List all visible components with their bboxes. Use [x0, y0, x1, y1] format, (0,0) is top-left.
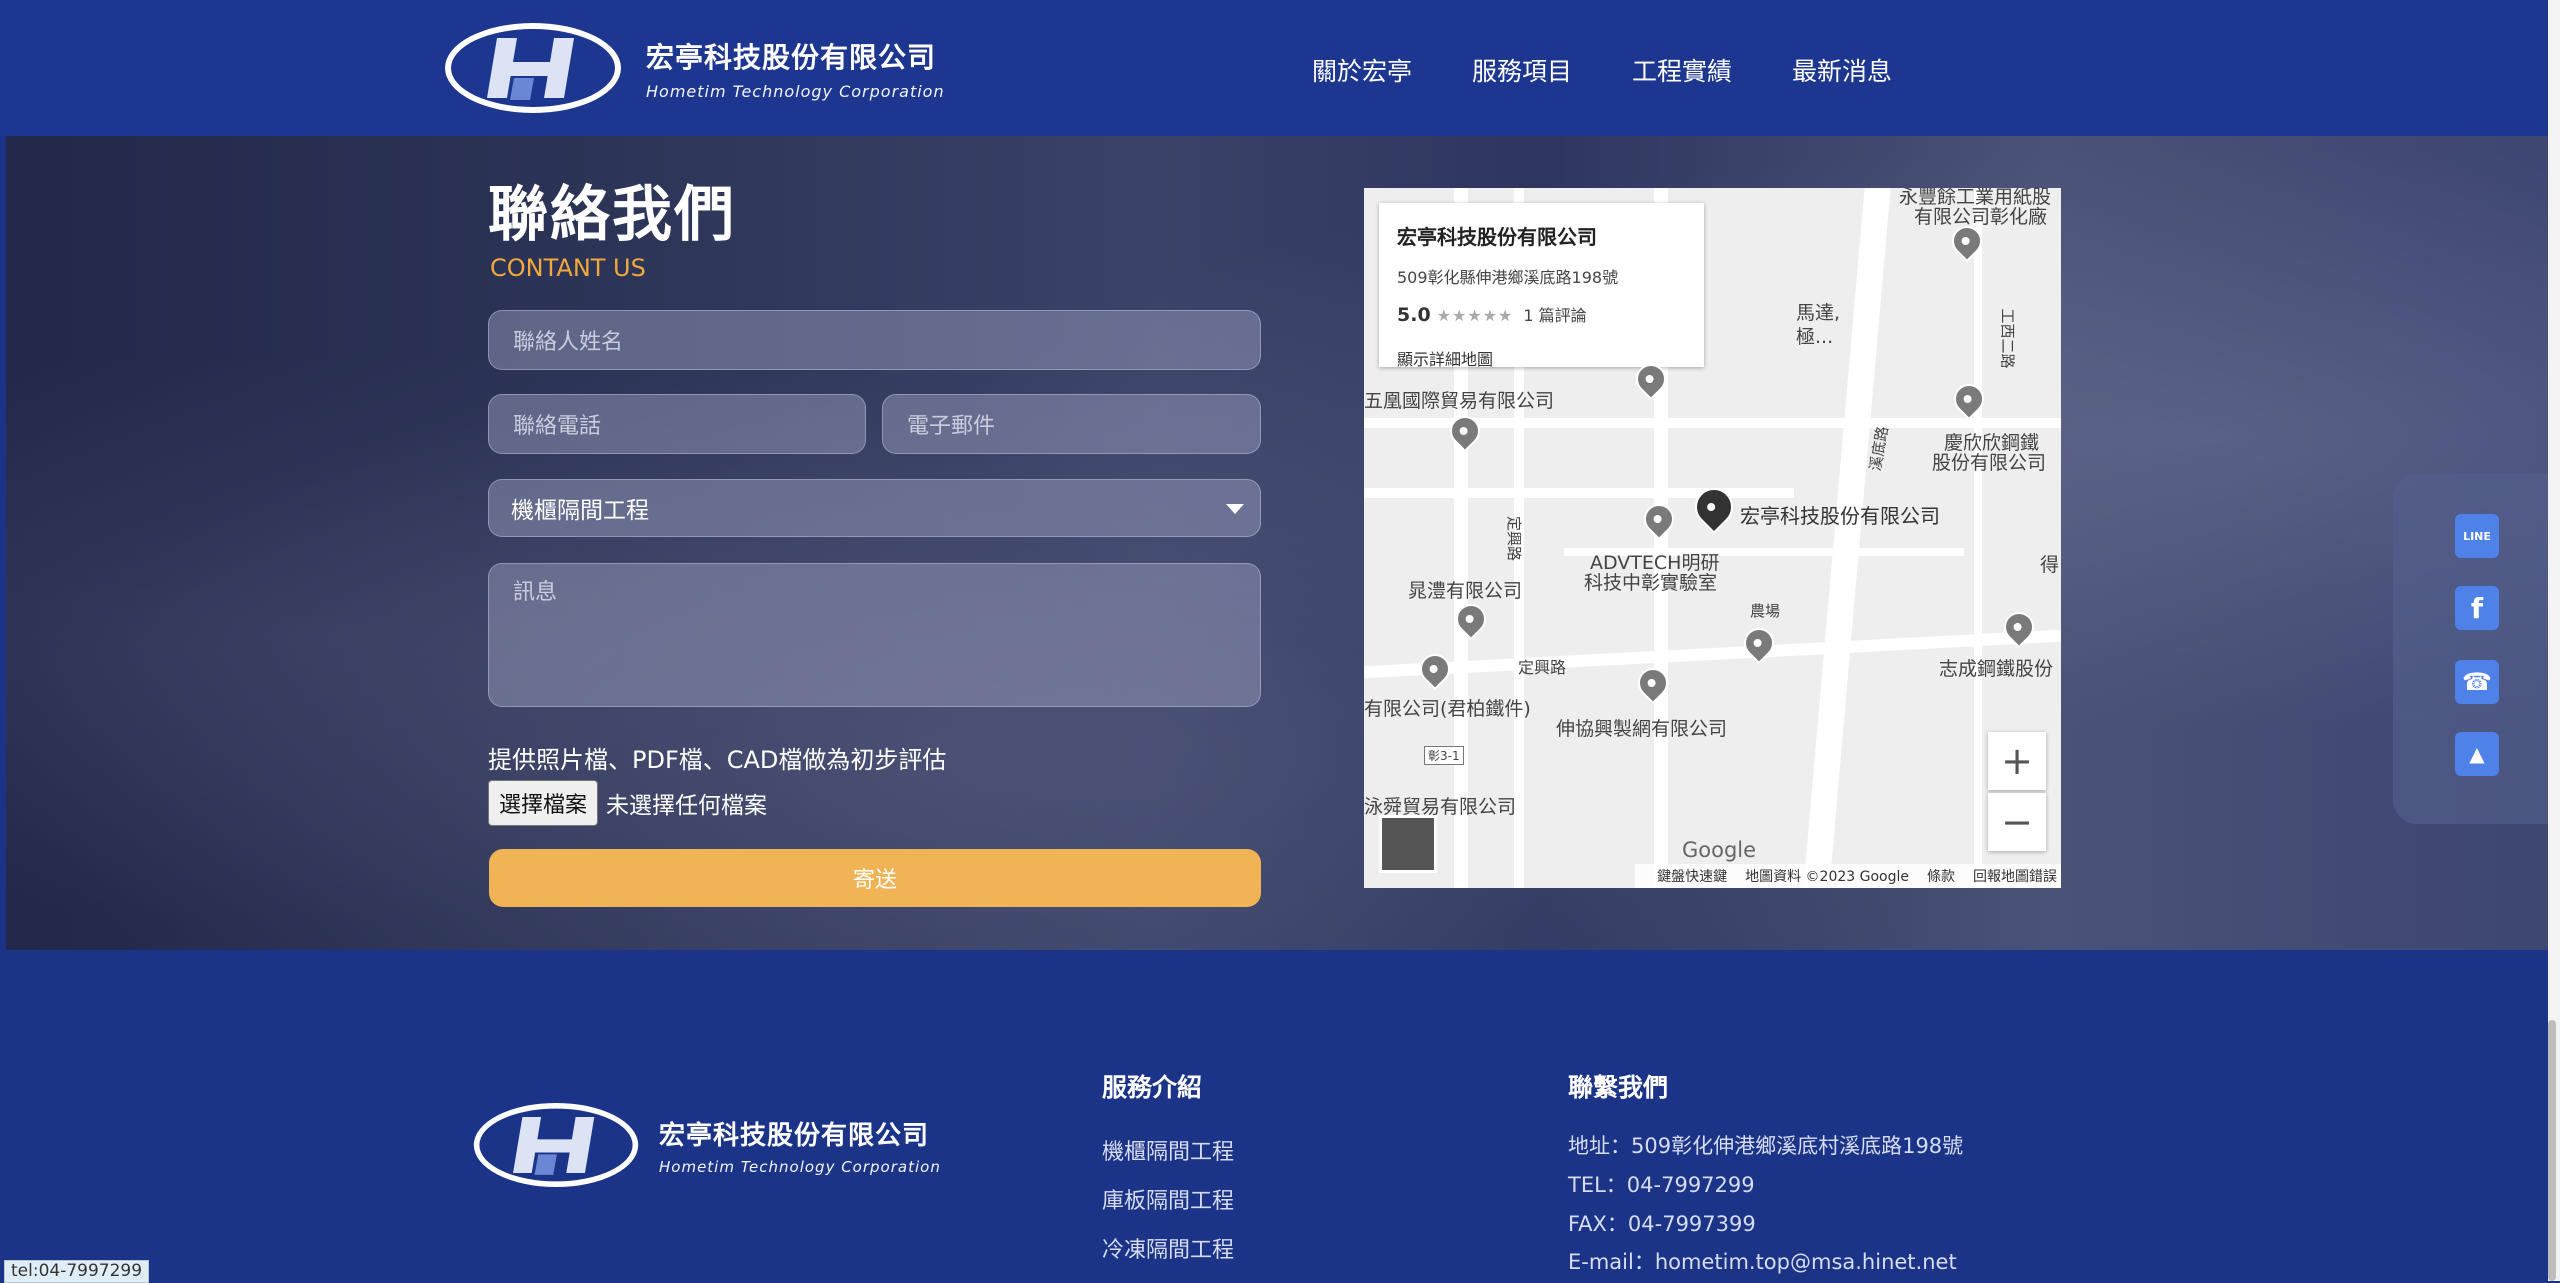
contact-title: 聯絡我們: [488, 180, 736, 250]
upload-hint: 提供照片檔、PDF檔、CAD檔做為初步評估: [488, 746, 947, 774]
map-place-address: 509彰化縣伸港鄉溪底路198號: [1397, 268, 1619, 287]
phone-field-placeholder: 聯絡電話: [513, 414, 602, 439]
footer-address: 地址：509彰化伸港鄉溪底村溪底路198號: [1568, 1134, 1964, 1158]
terms-link[interactable]: 條款: [1927, 866, 1955, 886]
contact-subtitle: CONTANT US: [490, 254, 646, 282]
rating-value: 5.0: [1397, 304, 1431, 326]
footer-logo[interactable]: 宏亭科技股份有限公司 Hometim Technology Corporatio…: [471, 1100, 941, 1190]
scrollbar-thumb[interactable]: [2548, 1020, 2556, 1281]
map-label: 工西二路: [1998, 308, 2017, 369]
submit-label: 寄送: [852, 868, 897, 893]
map-label: 定興路: [1518, 658, 1567, 677]
zoom-out-button[interactable]: −: [1988, 793, 2046, 851]
map-place-name: 宏亭科技股份有限公司: [1397, 225, 1597, 249]
report-error-link[interactable]: 回報地圖錯誤: [1973, 866, 2057, 886]
footer-logo-mark-icon: [471, 1100, 641, 1190]
main-nav: 關於宏亭 服務項目 工程實績 最新消息: [1312, 52, 1952, 88]
brand-name-cn: 宏亭科技股份有限公司: [646, 40, 937, 74]
keyboard-shortcuts-link[interactable]: 鍵盤快速鍵: [1657, 866, 1727, 886]
map-label: 有限公司(君柏鐵件): [1364, 698, 1531, 720]
file-upload: 選擇檔案 未選擇任何檔案: [488, 780, 767, 826]
chevron-down-icon: [1226, 504, 1244, 514]
google-map[interactable]: 宏亭科技股份有限公司 509彰化縣伸港鄉溪底路198號 5.0 ★★★★★ 1 篇評…: [1364, 188, 2061, 888]
footer-service-link[interactable]: 庫板隔間工程: [1102, 1183, 1234, 1215]
map-info-card: 宏亭科技股份有限公司 509彰化縣伸港鄉溪底路198號 5.0 ★★★★★ 1 篇評…: [1379, 203, 1704, 369]
footer-service-link[interactable]: 冷凍隔間工程: [1102, 1232, 1234, 1264]
map-label: 有限公司彰化廠: [1914, 206, 2048, 228]
footer-tel[interactable]: TEL：04-7997299: [1568, 1169, 1755, 1199]
map-label: 五凰國際貿易有限公司: [1364, 390, 1555, 412]
footer-services-title: 服務介紹: [1102, 1073, 1203, 1102]
map-attribution: 鍵盤快速鍵 地圖資料 ©2023 Google 條款 回報地圖錯誤: [1635, 864, 2061, 888]
nav-item-projects[interactable]: 工程實績: [1632, 52, 1732, 88]
brand-name-en: Hometim Technology Corporation: [646, 81, 945, 101]
phone-icon[interactable]: ☎: [2455, 660, 2499, 704]
map-pin-icon[interactable]: [1413, 647, 1457, 691]
site-footer: 宏亭科技股份有限公司 Hometim Technology Corporatio…: [6, 950, 2560, 1281]
logo-mark-icon: [442, 20, 624, 116]
page-scrollbar[interactable]: [2548, 0, 2560, 1281]
map-pin-icon[interactable]: [1947, 377, 1991, 421]
map-road: [1974, 188, 1982, 888]
back-to-top-icon[interactable]: ▲: [2455, 732, 2499, 776]
footer-service-link[interactable]: 機櫃隔間工程: [1102, 1134, 1234, 1166]
header-logo[interactable]: 宏亭科技股份有限公司 Hometim Technology Corporatio…: [442, 20, 945, 116]
map-label: 極...: [1796, 326, 1834, 348]
map-route-badge: 彰3-1: [1424, 746, 1464, 765]
map-label-main: 宏亭科技股份有限公司: [1740, 504, 1940, 528]
map-data-label: 地圖資料 ©2023 Google: [1745, 869, 1909, 885]
map-label: 科技中彰實驗室: [1584, 572, 1718, 594]
contact-section: 聯絡我們 CONTANT US 聯絡人姓名 聯絡電話 電子郵件 機櫃隔間工程 訊…: [6, 136, 2560, 950]
line-icon[interactable]: LINE: [2455, 514, 2499, 558]
service-select-value: 機櫃隔間工程: [511, 498, 649, 524]
footer-email[interactable]: E-mail：hometim.top@msa.hinet.net: [1568, 1246, 1957, 1276]
message-textarea[interactable]: 訊息: [488, 563, 1261, 707]
nav-item-services[interactable]: 服務項目: [1472, 52, 1572, 88]
facebook-icon[interactable]: f: [2455, 586, 2499, 630]
review-count[interactable]: 1 篇評論: [1523, 306, 1586, 325]
message-placeholder: 訊息: [513, 580, 558, 605]
map-label: 農場: [1750, 602, 1781, 620]
submit-button[interactable]: 寄送: [489, 849, 1261, 907]
footer-contact-title: 聯繫我們: [1568, 1073, 1669, 1102]
floating-contact-bar: LINE f ☎ ▲: [2393, 474, 2553, 824]
map-label: 伸協興製網有限公司: [1556, 718, 1728, 740]
email-field[interactable]: 電子郵件: [882, 394, 1261, 454]
file-status: 未選擇任何檔案: [606, 793, 768, 819]
map-label: 得: [2040, 554, 2060, 576]
phone-field[interactable]: 聯絡電話: [488, 394, 866, 454]
email-field-placeholder: 電子郵件: [907, 414, 996, 439]
google-logo: Google: [1682, 838, 1757, 862]
map-pin-icon[interactable]: [1443, 409, 1487, 453]
map-label: 股份有限公司: [1932, 452, 2047, 474]
footer-brand-name-cn: 宏亭科技股份有限公司: [659, 1120, 930, 1151]
footer-fax: FAX：04-7997399: [1568, 1212, 1756, 1236]
name-field[interactable]: 聯絡人姓名: [488, 310, 1261, 370]
map-label: 定興路: [1505, 515, 1524, 562]
map-label: 馬達,: [1796, 302, 1841, 324]
service-select[interactable]: 機櫃隔間工程: [488, 479, 1261, 537]
nav-item-news[interactable]: 最新消息: [1792, 52, 1892, 88]
link-status-tooltip: tel:04-7997299: [4, 1260, 150, 1283]
zoom-in-button[interactable]: +: [1988, 732, 2046, 790]
map-label: 志成鋼鐵股份: [1939, 658, 2054, 680]
nav-item-about[interactable]: 關於宏亭: [1312, 52, 1412, 88]
rating-stars-icon: ★★★★★: [1436, 306, 1514, 325]
footer-brand-name-en: Hometim Technology Corporation: [659, 1157, 941, 1176]
map-pin-icon[interactable]: [1637, 497, 1681, 541]
map-satellite-toggle[interactable]: [1379, 815, 1437, 873]
site-header: 宏亭科技股份有限公司 Hometim Technology Corporatio…: [0, 0, 2560, 136]
map-label: 晁澧有限公司: [1408, 580, 1523, 602]
map-road-xidi: [1803, 188, 1891, 888]
name-field-placeholder: 聯絡人姓名: [513, 330, 624, 355]
choose-file-button[interactable]: 選擇檔案: [488, 780, 599, 826]
map-place-rating: 5.0 ★★★★★ 1 篇評論: [1397, 302, 1686, 326]
